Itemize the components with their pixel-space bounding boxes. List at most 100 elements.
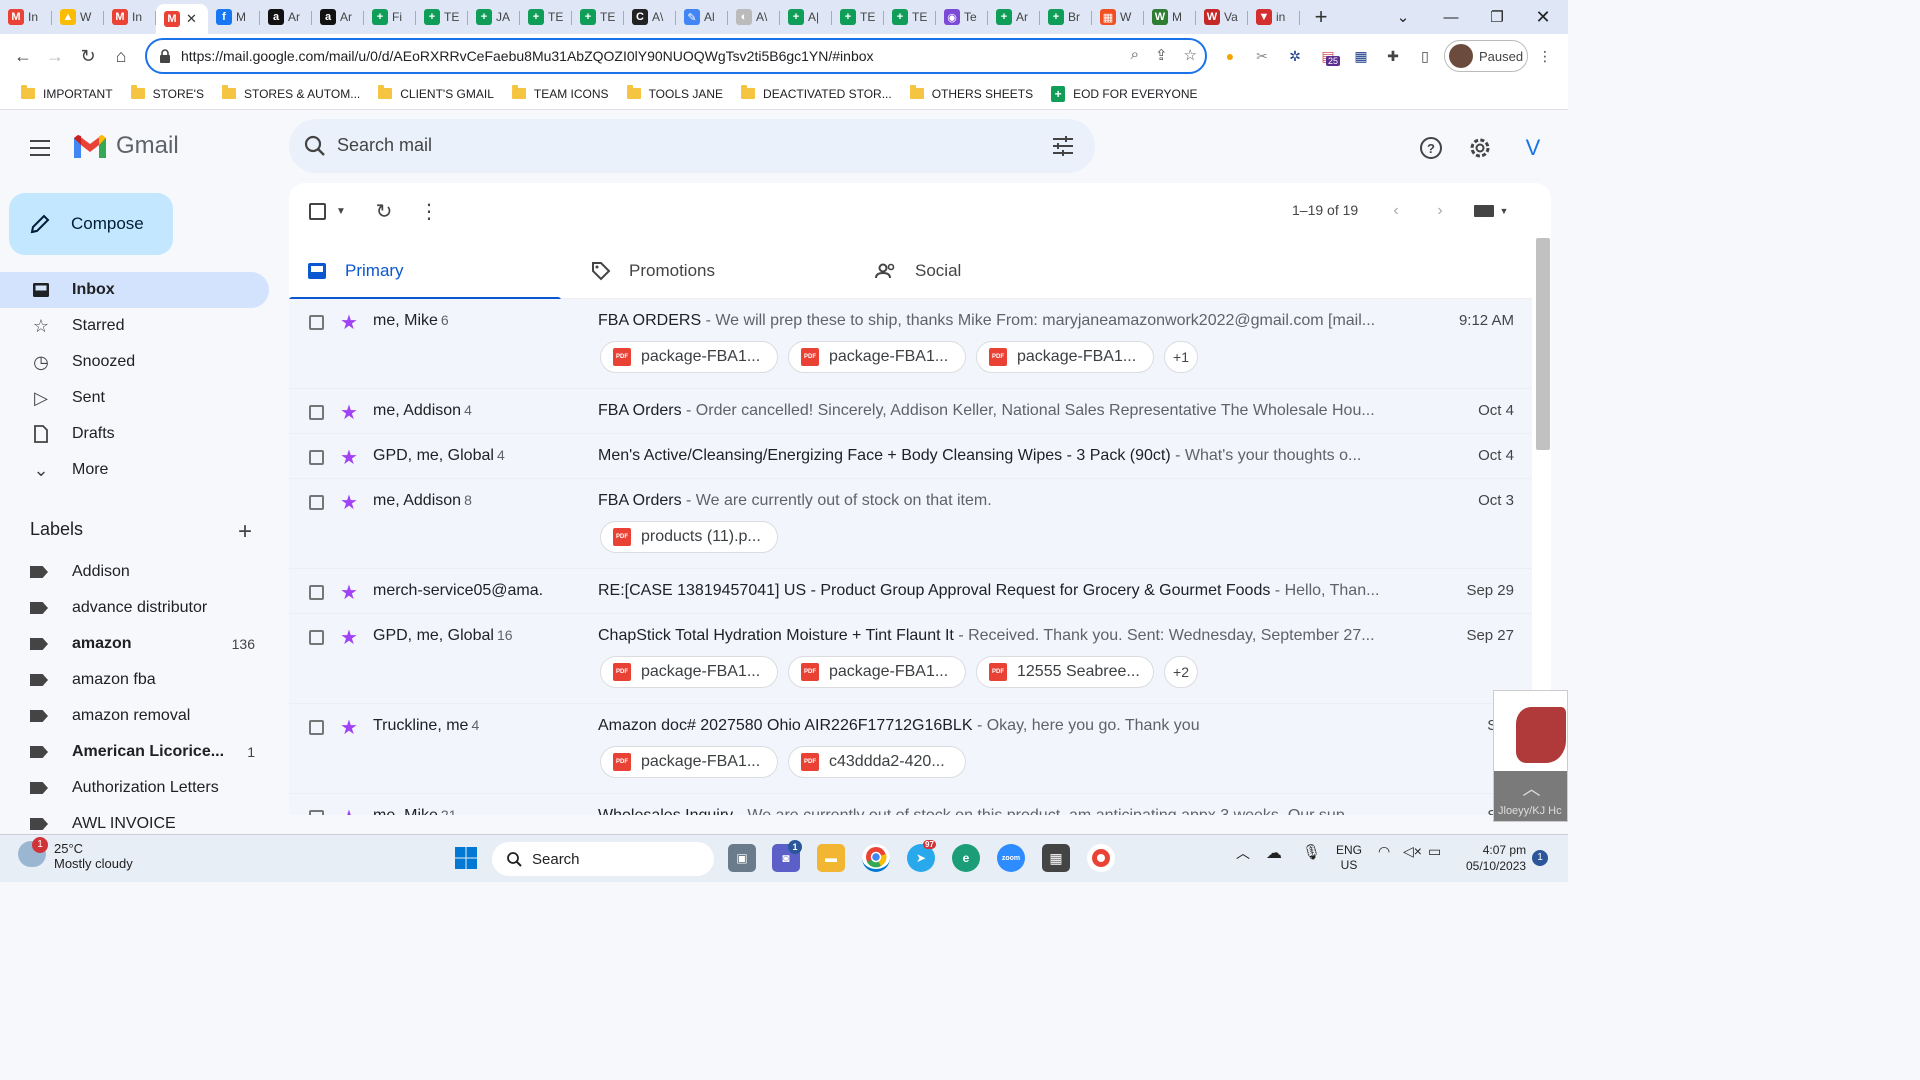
search-options-icon[interactable] [1051,135,1075,157]
attachment-chip[interactable]: PDF package-FBA1... [600,341,778,373]
refresh-icon[interactable]: ↻ [372,199,396,223]
browser-tab[interactable]: C A\ [624,4,676,30]
bookmark-item[interactable]: TOOLS JANE [618,85,732,101]
telegram-icon[interactable]: ➤ 97 [907,840,936,872]
close-tab-icon[interactable]: ✕ [186,11,197,27]
browser-tab[interactable]: ✎ Al [676,4,728,30]
chrome-taskbar-icon[interactable] [862,844,890,872]
bookmark-star-icon[interactable]: ☆ [1184,46,1197,64]
teams-chat-icon[interactable]: ◙ 1 [772,840,802,872]
browser-tab[interactable]: + TE [832,4,884,30]
browser-tab[interactable]: a Ar [312,4,364,30]
label-item[interactable]: amazon removal [0,698,269,734]
weather-widget[interactable]: 1 25°C Mostly cloudy [18,837,133,871]
compose-button[interactable]: Compose [9,193,173,255]
settings-gear-icon[interactable] [1462,130,1498,166]
sidebar-item-inbox[interactable]: Inbox [0,272,269,308]
browser-tab[interactable]: ▦ W [1092,4,1144,30]
zoom-icon[interactable]: ⌕ [1131,46,1139,64]
browser-tab[interactable]: a Ar [260,4,312,30]
calculator-icon[interactable]: ▦ [1042,844,1070,872]
profile-button[interactable]: Paused [1444,40,1528,72]
bookmark-item[interactable]: DEACTIVATED STOR... [732,85,901,101]
tab-primary[interactable]: Primary [289,243,561,300]
browser-tab[interactable]: WM [1144,4,1196,30]
back-icon[interactable]: ← [6,39,40,73]
edge-icon[interactable]: e [952,844,980,872]
bookmark-item[interactable]: + EOD FOR EVERYONE [1042,85,1206,102]
star-icon[interactable]: ★ [340,445,358,470]
attachment-chip[interactable]: PDF package-FBA1... [600,656,778,688]
browser-tab[interactable]: M In [0,4,52,30]
bookmark-item[interactable]: STORE'S [122,85,213,101]
star-icon[interactable]: ★ [340,400,358,425]
start-windows-icon[interactable] [452,844,480,872]
email-select-checkbox[interactable] [309,630,324,645]
address-bar[interactable]: https://mail.google.com/mail/u/0/d/AEoRX… [145,38,1207,74]
browser-tab[interactable]: + Ar [988,4,1040,30]
search-icon[interactable] [303,134,327,158]
bookmark-item[interactable]: OTHERS SHEETS [901,85,1042,101]
account-avatar[interactable]: V [1515,130,1551,166]
file-explorer-icon[interactable]: ▬ [817,844,845,872]
reload-icon[interactable]: ↻ [71,39,105,73]
select-dropdown-icon[interactable]: ▼ [329,199,353,223]
tab-social[interactable]: Social [875,243,961,299]
label-item[interactable]: amazon fba [0,662,269,698]
label-item[interactable]: amazon 136 [0,626,269,662]
email-row[interactable]: ★ GPD, me, Global 4 Men's Active/Cleansing/… [289,434,1532,479]
browser-tab[interactable]: ◐ A\ [728,4,780,30]
help-icon[interactable]: ? [1413,130,1449,166]
system-clock[interactable]: 4:07 pm 05/10/2023 [1466,842,1526,874]
star-icon[interactable]: ★ [340,625,358,650]
side-panel-icon[interactable]: ▯ [1413,44,1437,68]
browser-tab[interactable]: + A| [780,4,832,30]
email-select-checkbox[interactable] [309,450,324,465]
attachment-chip[interactable]: PDF package-FBA1... [788,656,966,688]
sidebar-item-snoozed[interactable]: ◷ Snoozed [0,344,269,380]
browser-tab[interactable]: ▼ in [1248,4,1300,30]
sidebar-item-starred[interactable]: ☆ Starred [0,308,269,344]
bookmark-item[interactable]: IMPORTANT [12,85,122,101]
browser-tab[interactable]: fM [208,4,260,30]
attachment-chip[interactable]: PDF products (11).p... [600,521,778,553]
attachment-chip[interactable]: PDF package-FBA1... [788,341,966,373]
extension-grid-icon[interactable]: ▦ [1349,44,1373,68]
email-row[interactable]: ★ me, Addison 8 FBA Orders - We are current… [289,479,1532,569]
show-hidden-icons-chevron[interactable]: ︿ [1236,843,1250,863]
search-mail-box[interactable]: Search mail [289,119,1095,173]
email-row[interactable]: ★ merch-service05@ama. RE:[CASE 1381945704… [289,569,1532,614]
create-label-plus-icon[interactable]: + [238,518,252,546]
sidebar-item-sent[interactable]: ▷ Sent [0,380,269,416]
minimize-icon[interactable]: — [1428,0,1474,34]
browser-tab[interactable]: + TE [884,4,936,30]
scrollbar-thumb[interactable] [1536,238,1550,450]
task-view-icon[interactable]: ▣ [728,844,756,872]
browser-tab[interactable]: + TE [520,4,572,30]
sidebar-item-more[interactable]: ⌄ More [0,452,269,488]
maximize-icon[interactable]: ❐ [1474,0,1520,34]
email-row[interactable]: ★ me, Mike 6 FBA ORDERS - We will prep thes… [289,299,1532,389]
notification-badge[interactable]: 1 [1532,850,1548,866]
extension-scissors-icon[interactable]: ✂ [1250,44,1274,68]
browser-tab[interactable]: + TE [416,4,468,30]
input-tools-keyboard-icon[interactable]: ▼ [1471,199,1511,223]
email-select-checkbox[interactable] [309,405,324,420]
label-item[interactable]: advance distributor [0,590,269,626]
browser-tab[interactable]: M In [104,4,156,30]
star-icon[interactable]: ★ [340,805,358,815]
email-row[interactable]: ★ me, Addison 4 FBA Orders - Order cancelle… [289,389,1532,434]
bookmark-item[interactable]: STORES & AUTOM... [213,85,369,101]
email-select-checkbox[interactable] [309,315,324,330]
tab-promotions[interactable]: Promotions [591,243,715,299]
forward-icon[interactable]: → [38,39,72,73]
select-all-checkbox[interactable] [305,199,329,223]
browser-tab[interactable]: W Va [1196,4,1248,30]
email-select-checkbox[interactable] [309,810,324,815]
email-select-checkbox[interactable] [309,720,324,735]
new-tab-plus-icon[interactable]: + [1306,2,1336,32]
tab-search-icon[interactable]: ⌄ [1380,0,1426,34]
collapse-chevron-icon[interactable]: ︿ [1494,775,1567,801]
label-item[interactable]: Addison [0,554,269,590]
video-thumbnail-popup[interactable]: ︿ Jloeyy/KJ Hc [1493,690,1568,822]
